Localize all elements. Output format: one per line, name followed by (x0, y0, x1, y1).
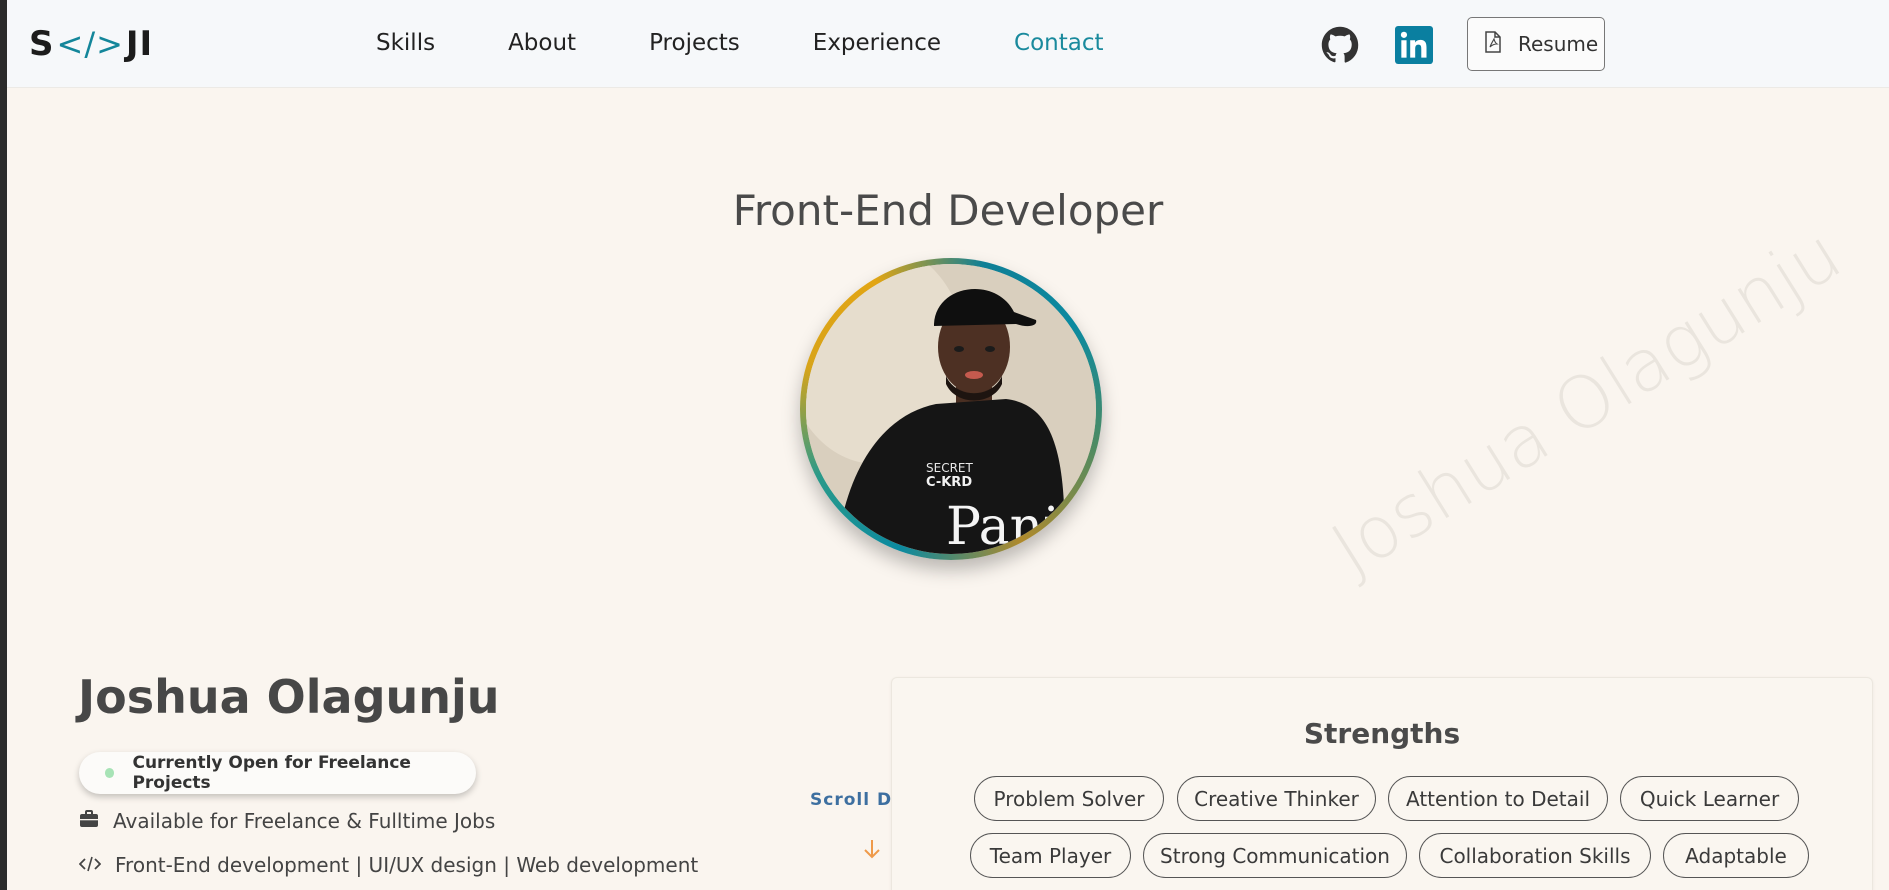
availability-text: Available for Freelance & Fulltime Jobs (113, 809, 496, 833)
logo-code-symbol: </> (56, 25, 124, 63)
availability-row: Available for Freelance & Fulltime Jobs (79, 809, 495, 833)
site-logo[interactable]: S </> JI (29, 24, 153, 64)
pdf-file-icon (1484, 30, 1502, 58)
profile-photo-frame: SECRET C-KRD Panin (800, 258, 1102, 560)
strength-chip: Collaboration Skills (1419, 833, 1651, 878)
nav-skills[interactable]: Skills (376, 30, 435, 56)
linkedin-icon[interactable] (1395, 26, 1433, 64)
strengths-title: Strengths (1303, 717, 1461, 750)
freelance-status-badge: Currently Open for Freelance Projects (79, 752, 476, 794)
resume-button[interactable]: Resume (1467, 17, 1605, 71)
specialties-row: Front-End development | UI/UX design | W… (78, 853, 699, 877)
briefcase-icon (79, 809, 99, 833)
profile-name: Joshua Olagunju (78, 670, 500, 724)
resume-label: Resume (1518, 32, 1599, 56)
shirt-text-1: SECRET (926, 461, 973, 475)
specialties-text: Front-End development | UI/UX design | W… (115, 853, 699, 877)
portfolio-page: S </> JI Skills About Projects Experienc… (7, 0, 1889, 890)
main-nav: Skills About Projects Experience Contact (376, 30, 1104, 56)
strength-chip: Attention to Detail (1388, 776, 1608, 821)
strengths-card: Strengths Problem Solver Creative Thinke… (891, 677, 1873, 890)
strength-chip: Adaptable (1663, 833, 1809, 878)
logo-letter-s: S (29, 24, 55, 64)
nav-about[interactable]: About (508, 30, 576, 56)
nav-contact[interactable]: Contact (1014, 30, 1103, 56)
strength-chip: Creative Thinker (1177, 776, 1376, 821)
shirt-text-3: Panin (946, 497, 1093, 554)
strength-chip: Team Player (970, 833, 1131, 878)
logo-letters-ji: JI (125, 24, 154, 64)
nav-projects[interactable]: Projects (649, 30, 740, 56)
strength-chip: Strong Communication (1143, 833, 1407, 878)
role-title: Front-End Developer (732, 186, 1164, 235)
name-watermark: Joshua Olagunju (1317, 211, 1856, 592)
strength-chip: Quick Learner (1620, 776, 1799, 821)
profile-photo: SECRET C-KRD Panin (806, 264, 1096, 554)
status-text: Currently Open for Freelance Projects (132, 753, 411, 793)
status-dot-icon (105, 768, 115, 778)
top-navbar: S </> JI Skills About Projects Experienc… (7, 0, 1889, 88)
arrow-down-icon[interactable] (863, 838, 881, 864)
shirt-text-2: C-KRD (926, 475, 972, 490)
github-icon[interactable] (1321, 26, 1359, 64)
nav-experience[interactable]: Experience (813, 30, 941, 56)
strength-chip: Problem Solver (974, 776, 1164, 821)
code-icon (78, 853, 102, 877)
